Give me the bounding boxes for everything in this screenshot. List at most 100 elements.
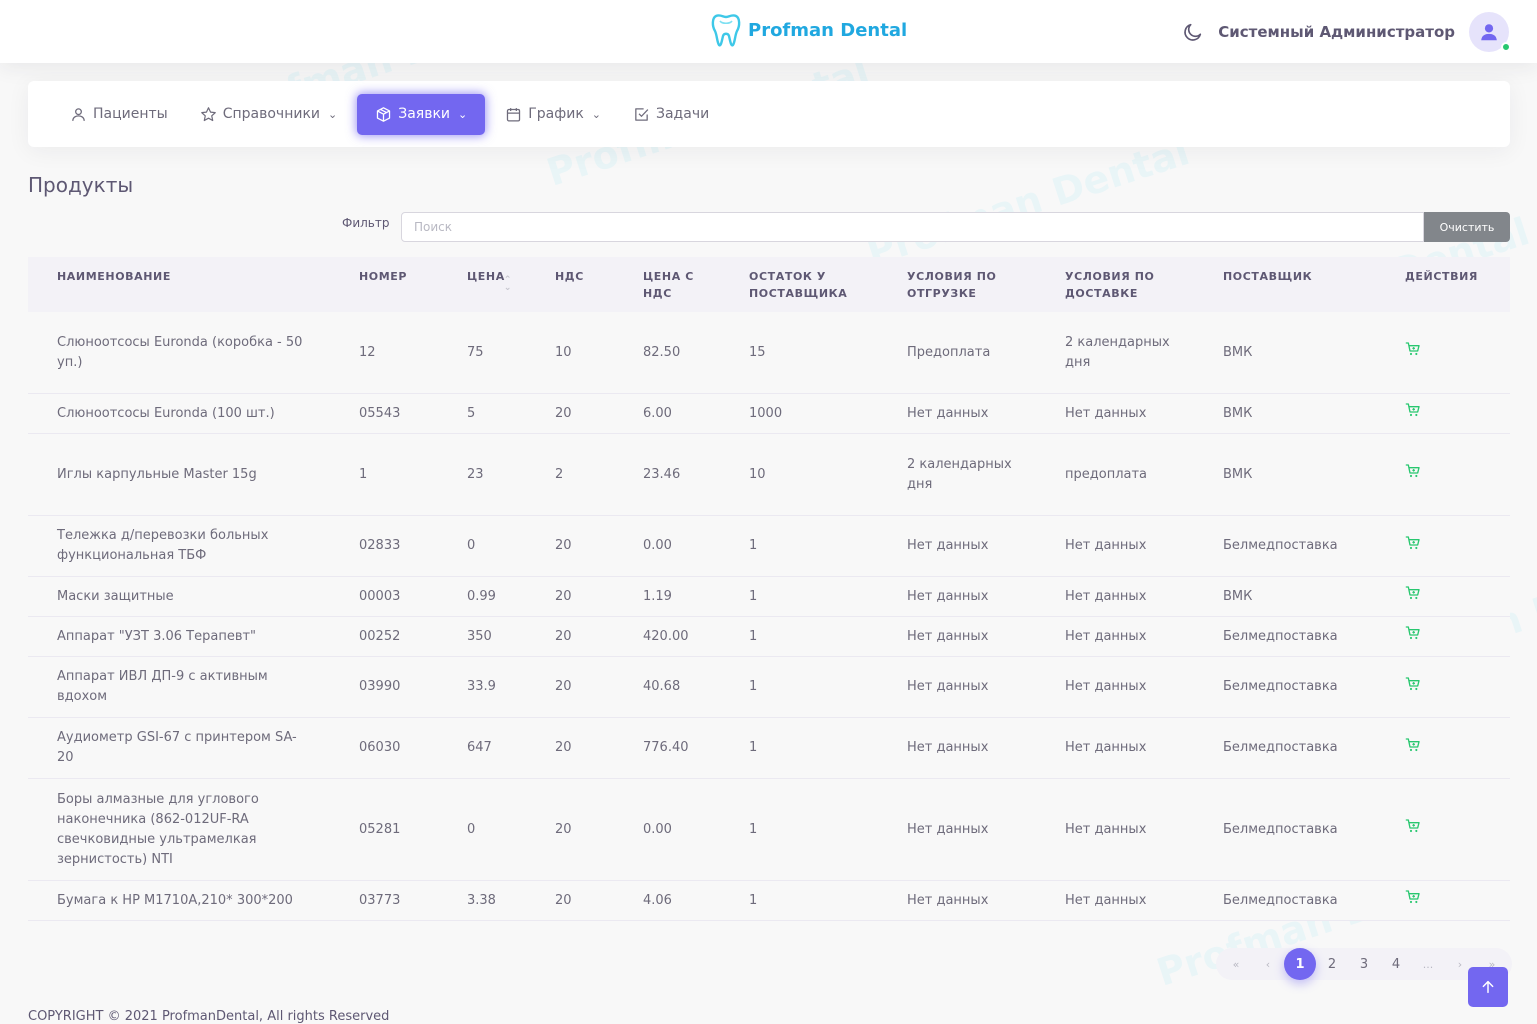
cell-shipping-terms: Нет данных xyxy=(907,538,989,553)
table-body: Слюноотсосы Euronda (коробка - 50 уп.) 12… xyxy=(28,312,1510,921)
cell-name: Боры алмазные для углового наконечника (… xyxy=(57,791,259,867)
pagination-ellipsis: ... xyxy=(1422,957,1434,971)
menu-item-tasks[interactable]: Задачи xyxy=(621,96,721,133)
table-row[interactable]: Слюноотсосы Euronda (коробка - 50 уп.) 12… xyxy=(28,312,1510,394)
box-icon xyxy=(377,106,391,122)
footer-copyright: COPYRIGHT © 2021 ProfmanDental, All righ… xyxy=(28,1009,390,1024)
cell-name: Тележка д/перевозки больных функциональн… xyxy=(57,528,269,563)
cell-delivery-terms: Нет данных xyxy=(1065,628,1147,644)
cell-supplier: ВМК xyxy=(1223,405,1253,421)
user-icon xyxy=(72,107,85,121)
user-area: Системный Администратор xyxy=(1182,12,1511,52)
cell-name: Бумага к HP M1710A,210* 300*200 xyxy=(57,892,293,908)
menu-item-directories[interactable]: Справочники ⌄ xyxy=(188,96,350,133)
menu-item-label: Пациенты xyxy=(93,106,168,122)
arrow-up-icon xyxy=(1482,980,1494,994)
cart-icon[interactable] xyxy=(1405,585,1421,601)
cell-delivery-terms: Нет данных xyxy=(1065,405,1147,421)
cart-icon[interactable] xyxy=(1405,889,1421,905)
menu-item-label: График xyxy=(528,106,584,122)
cell-vat: 20 xyxy=(555,821,572,837)
cell-vat: 10 xyxy=(555,344,572,360)
table-row[interactable]: Аппарат "УЗТ 3.06 Терапевт" 00252 350 20 420… xyxy=(28,617,1510,657)
cart-icon[interactable] xyxy=(1405,463,1421,479)
column-header-supplier[interactable]: ПОСТАВЩИК xyxy=(1194,268,1376,285)
table-header: НАИМЕНОВАНИЕ НОМЕР ЦЕНА ⌃ ⌄ НДС ЦЕНА С НД… xyxy=(28,257,1510,312)
check-square-icon xyxy=(635,107,649,121)
column-header-vat[interactable]: НДС xyxy=(526,268,614,285)
column-header-number[interactable]: НОМЕР xyxy=(330,268,438,285)
cell-price-with-vat: 1.19 xyxy=(643,588,672,604)
menu-item-schedule[interactable]: График ⌄ xyxy=(493,96,613,133)
user-name[interactable]: Системный Администратор xyxy=(1218,23,1455,41)
page-button-1[interactable]: 1 xyxy=(1284,948,1316,980)
column-header-price-with-vat[interactable]: ЦЕНА С НДС xyxy=(614,268,720,302)
cart-icon[interactable] xyxy=(1405,341,1421,357)
cell-vat: 20 xyxy=(555,740,572,755)
column-header-supplier-stock[interactable]: ОСТАТОК У ПОСТАВЩИКА xyxy=(720,268,878,302)
cell-number: 02833 xyxy=(359,538,401,553)
column-header-name[interactable]: НАИМЕНОВАНИЕ xyxy=(28,268,330,285)
avatar[interactable] xyxy=(1469,12,1511,52)
table-row[interactable]: Бумага к HP M1710A,210* 300*200 03773 3.38… xyxy=(28,881,1510,921)
menu-item-requests[interactable]: Заявки ⌄ xyxy=(357,93,486,135)
cell-price-with-vat: 0.00 xyxy=(643,538,672,553)
cell-shipping-terms: Предоплата xyxy=(907,344,991,360)
top-navbar: Profman Dental Системный Администратор xyxy=(0,0,1537,63)
watermark-text: Profman Dental xyxy=(861,129,1195,275)
cell-shipping-terms: 2 календарных дня xyxy=(907,456,1012,492)
cell-vat: 20 xyxy=(555,405,572,421)
prev-page-button[interactable]: ‹ xyxy=(1252,948,1284,980)
table-row[interactable]: Маски защитные 00003 0.99 20 1.19 1 Нет данных… xyxy=(28,577,1510,617)
cart-icon[interactable] xyxy=(1405,402,1421,418)
cell-number: 12 xyxy=(359,344,376,360)
search-input[interactable] xyxy=(401,212,1424,242)
clear-button[interactable]: Очистить xyxy=(1424,212,1510,242)
column-header-price[interactable]: ЦЕНА ⌃ ⌄ xyxy=(438,268,526,293)
cell-price: 3.38 xyxy=(467,892,496,908)
cell-delivery-terms: Нет данных xyxy=(1065,679,1147,694)
table-row[interactable]: Тележка д/перевозки больных функциональн… xyxy=(28,516,1510,577)
brand[interactable]: Profman Dental xyxy=(710,12,907,48)
menu-item-label: Заявки xyxy=(398,106,451,122)
cell-shipping-terms: Нет данных xyxy=(907,821,989,837)
cell-supplier-stock: 1 xyxy=(749,588,758,604)
cell-supplier: Белмедпоставка xyxy=(1223,821,1338,837)
cart-icon[interactable] xyxy=(1405,676,1421,692)
cell-shipping-terms: Нет данных xyxy=(907,628,989,644)
page-button-3[interactable]: 3 xyxy=(1348,948,1380,980)
cell-name: Слюноотсосы Euronda (100 шт.) xyxy=(57,405,275,421)
brand-name: Profman Dental xyxy=(748,19,908,41)
cell-price: 23 xyxy=(467,466,484,482)
cell-price-with-vat: 0.00 xyxy=(643,821,672,837)
cell-name: Аппарат "УЗТ 3.06 Терапевт" xyxy=(57,628,257,644)
moon-icon[interactable] xyxy=(1182,21,1204,43)
table-row[interactable]: Слюноотсосы Euronda (100 шт.) 05543 5 20 6.0… xyxy=(28,394,1510,434)
table-row[interactable]: Иглы карпульные Master 15g 1 23 2 23.46 10 2 к… xyxy=(28,434,1510,516)
online-status-dot xyxy=(1501,42,1511,52)
first-page-button[interactable]: « xyxy=(1220,948,1252,980)
cell-supplier: Белмедпоставка xyxy=(1223,892,1338,908)
table-row[interactable]: Боры алмазные для углового наконечника (… xyxy=(28,779,1510,881)
cart-icon[interactable] xyxy=(1405,625,1421,641)
cart-icon[interactable] xyxy=(1405,535,1421,551)
cell-supplier-stock: 1 xyxy=(749,538,758,553)
scroll-to-top-button[interactable] xyxy=(1468,967,1508,1007)
cell-supplier: Белмедпоставка xyxy=(1223,538,1338,553)
column-header-shipping-terms[interactable]: УСЛОВИЯ ПО ОТГРУЗКЕ xyxy=(878,268,1036,302)
tooth-logo-icon xyxy=(711,14,741,47)
cart-icon[interactable] xyxy=(1405,737,1421,753)
cell-price-with-vat: 40.68 xyxy=(643,679,681,694)
table-row[interactable]: Аудиометр GSI-67 с принтером SA-20 06030 6… xyxy=(28,718,1510,779)
cart-icon[interactable] xyxy=(1405,818,1421,834)
column-header-delivery-terms[interactable]: УСЛОВИЯ ПО ДОСТАВКЕ xyxy=(1036,268,1194,302)
cell-price: 75 xyxy=(467,344,484,360)
table-row[interactable]: Аппарат ИВЛ ДП-9 с активным вдохом 03990 3… xyxy=(28,657,1510,718)
cell-actions xyxy=(1376,535,1510,558)
cell-name: Маски защитные xyxy=(57,588,174,604)
menu-item-patients[interactable]: Пациенты xyxy=(58,96,180,133)
cell-number: 05543 xyxy=(359,405,401,421)
page-button-4[interactable]: 4 xyxy=(1380,948,1412,980)
page-button-2[interactable]: 2 xyxy=(1316,948,1348,980)
cell-number: 03990 xyxy=(359,679,401,694)
